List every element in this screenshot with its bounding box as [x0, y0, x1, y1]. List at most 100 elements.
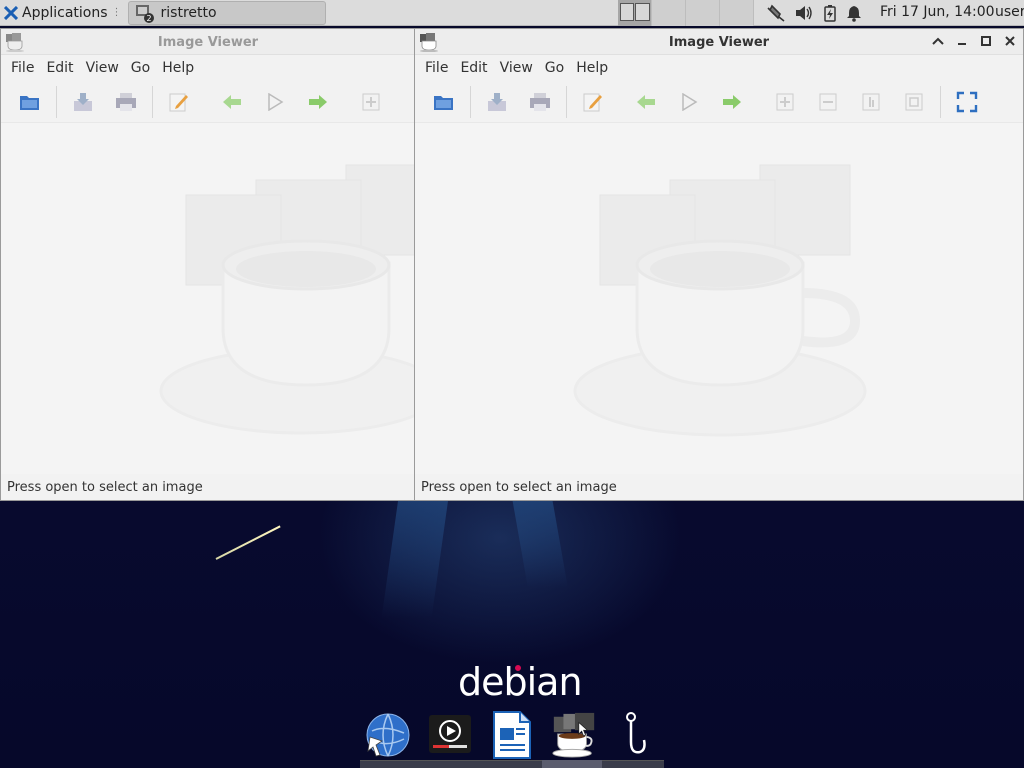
- toolbar-separator: [940, 85, 941, 118]
- empty-state-coffee-watermark-icon: [159, 164, 415, 435]
- toolbar: [415, 81, 1023, 123]
- toolbar-separator: [566, 85, 567, 118]
- open-button[interactable]: [427, 85, 461, 119]
- toolbar-separator: [470, 85, 471, 118]
- window-title: Image Viewer: [157, 35, 259, 50]
- media-player-icon: [429, 715, 471, 753]
- save-copy-icon: [74, 92, 92, 111]
- panel-clock[interactable]: Fri 17 Jun, 14:00: [880, 4, 995, 20]
- print-button[interactable]: [523, 85, 557, 119]
- menu-edit[interactable]: Edit: [454, 60, 493, 76]
- workspace-2[interactable]: [652, 0, 686, 26]
- forward-button[interactable]: [715, 85, 749, 119]
- close-icon: [1005, 36, 1015, 46]
- zoom-fit-button[interactable]: [854, 85, 888, 119]
- network-icon[interactable]: [766, 4, 786, 22]
- image-viewer-window-right: Image Viewer File Edit View Go Help Pres…: [414, 28, 1024, 501]
- toolbar-separator: [56, 85, 57, 118]
- dock-accessibility-launcher[interactable]: [612, 708, 660, 762]
- workspace-3[interactable]: [686, 0, 720, 26]
- edit-button[interactable]: [162, 85, 196, 119]
- menu-file[interactable]: File: [419, 60, 454, 76]
- menu-view[interactable]: View: [494, 60, 539, 76]
- play-icon: [268, 92, 284, 111]
- window-maximize-button[interactable]: [979, 33, 993, 49]
- dock-writer-launcher[interactable]: [488, 708, 536, 762]
- xfce-logo-icon: [4, 5, 18, 20]
- zoom-in-icon: [362, 93, 380, 110]
- chevron-up-icon: [932, 37, 944, 45]
- workspace-1[interactable]: [618, 0, 652, 26]
- window-close-button[interactable]: [1003, 33, 1017, 49]
- window-titlebar[interactable]: Image Viewer: [415, 29, 1023, 55]
- zoom-in-button[interactable]: [768, 85, 802, 119]
- dock-media-player-launcher[interactable]: [426, 708, 474, 762]
- image-viewer-group-icon: 2: [135, 4, 154, 23]
- menu-help[interactable]: Help: [570, 60, 614, 76]
- zoom-original-icon: [905, 93, 923, 110]
- volume-icon[interactable]: [794, 4, 814, 22]
- menu-view[interactable]: View: [80, 60, 125, 76]
- open-folder-icon: [434, 95, 453, 110]
- notification-bell-icon[interactable]: [846, 4, 862, 22]
- printer-icon: [530, 92, 550, 111]
- menu-help[interactable]: Help: [156, 60, 200, 76]
- window-titlebar[interactable]: Image Viewer: [1, 29, 415, 55]
- back-arrow-icon: [637, 94, 655, 109]
- workspace-switcher[interactable]: [618, 0, 754, 26]
- fullscreen-button[interactable]: [950, 85, 984, 119]
- zoom-in-icon: [776, 93, 794, 110]
- save-copy-button[interactable]: [66, 85, 100, 119]
- applications-menu-button[interactable]: Applications ⋮: [0, 0, 126, 26]
- panel-handle-icon: ⋮: [111, 7, 122, 18]
- save-copy-icon: [488, 92, 506, 111]
- print-button[interactable]: [109, 85, 143, 119]
- battery-icon[interactable]: [822, 4, 838, 22]
- menu-go[interactable]: Go: [125, 60, 156, 76]
- slideshow-button[interactable]: [672, 85, 706, 119]
- image-canvas[interactable]: [1, 123, 415, 474]
- top-panel: Applications ⋮ 2 ristretto Fri 17 Jun, 1…: [0, 0, 1024, 26]
- play-icon: [682, 92, 698, 111]
- taskbar-button-ristretto[interactable]: 2 ristretto: [127, 0, 326, 25]
- zoom-out-icon: [819, 93, 837, 110]
- forward-arrow-icon: [309, 94, 327, 109]
- status-bar: Press open to select an image: [1, 474, 415, 500]
- menu-go[interactable]: Go: [539, 60, 570, 76]
- applications-menu-label: Applications: [22, 4, 108, 21]
- zoom-out-button[interactable]: [811, 85, 845, 119]
- wallpaper-light-beam: [512, 498, 568, 588]
- web-browser-icon: [366, 713, 410, 757]
- back-arrow-icon: [223, 94, 241, 109]
- window-minimize-button[interactable]: [955, 33, 969, 49]
- workspace-4[interactable]: [720, 0, 754, 26]
- menu-file[interactable]: File: [5, 60, 40, 76]
- edit-button[interactable]: [576, 85, 610, 119]
- back-button[interactable]: [215, 85, 249, 119]
- dock-shelf: [360, 760, 664, 768]
- menu-edit[interactable]: Edit: [40, 60, 79, 76]
- dock-active-indicator: [542, 760, 602, 768]
- toolbar: [1, 81, 415, 123]
- open-button[interactable]: [13, 85, 47, 119]
- maximize-icon: [981, 36, 991, 46]
- back-button[interactable]: [629, 85, 663, 119]
- panel-user-menu[interactable]: user: [995, 4, 1024, 20]
- zoom-original-button[interactable]: [897, 85, 931, 119]
- image-canvas[interactable]: [415, 123, 1023, 474]
- hook-icon: [626, 712, 646, 754]
- status-bar: Press open to select an image: [415, 474, 1023, 500]
- image-viewer-window-left: Image Viewer File Edit View Go Help Pres…: [0, 28, 416, 501]
- slideshow-button[interactable]: [258, 85, 292, 119]
- forward-button[interactable]: [301, 85, 335, 119]
- zoom-in-button[interactable]: [354, 85, 388, 119]
- ristretto-coffee-icon: [552, 712, 595, 758]
- empty-state-coffee-watermark-icon: [573, 164, 867, 437]
- window-shade-button[interactable]: [931, 33, 945, 49]
- window-count-badge: 2: [146, 14, 151, 23]
- dock-browser-launcher[interactable]: [364, 708, 412, 762]
- toolbar-separator: [152, 85, 153, 118]
- save-copy-button[interactable]: [480, 85, 514, 119]
- menubar: File Edit View Go Help: [415, 55, 1023, 81]
- dock-image-viewer-launcher[interactable]: [550, 708, 598, 762]
